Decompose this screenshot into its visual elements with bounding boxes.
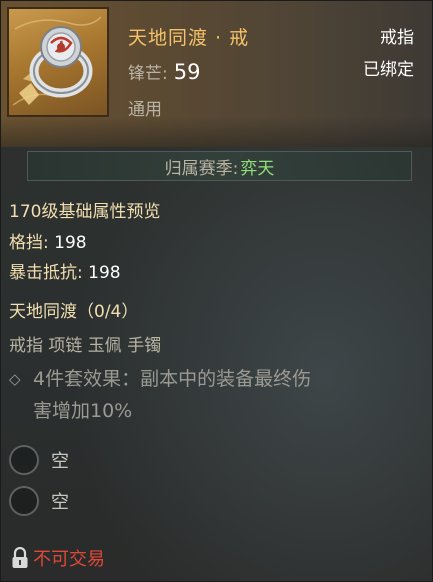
socket-label: 空 (51, 492, 69, 513)
attribute-row: 格挡: 198 (9, 228, 87, 253)
attribute-label: 暴击抵抗: (9, 263, 83, 283)
ring-icon (12, 16, 102, 106)
set-effect-line: 4件套效果：副本中的装备最终伤 (33, 368, 312, 390)
season-label: 归属赛季: (164, 158, 239, 179)
item-tooltip: 天地同渡 · 戒 锋芒: 59 通用 戒指 已绑定 归属赛季: 弈天 170级基… (0, 0, 433, 582)
season-banner: 归属赛季: 弈天 (27, 151, 412, 181)
empty-socket-icon (9, 486, 39, 516)
set-effect-text: 4件套效果：副本中的装备最终伤 害增加10% (33, 363, 419, 427)
item-power-value: 59 (173, 60, 201, 84)
item-power-label: 锋芒: (128, 64, 168, 84)
item-slot-type: 戒指 (380, 28, 414, 48)
attribute-value: 198 (88, 263, 121, 283)
socket-label: 空 (51, 451, 69, 472)
gem-socket[interactable]: 空 (9, 445, 69, 475)
set-title: 天地同渡（0/4） (9, 302, 139, 322)
attribute-row: 暴击抵抗: 198 (9, 258, 121, 283)
trade-status-label: 不可交易 (33, 549, 105, 570)
empty-socket-icon (9, 445, 39, 475)
attribute-label: 格挡: (9, 233, 49, 253)
lock-icon (12, 547, 28, 568)
gem-socket[interactable]: 空 (9, 486, 69, 516)
diamond-bullet-icon: ◇ (9, 370, 21, 388)
item-icon-frame (7, 7, 109, 117)
item-power-row: 锋芒: 59 (128, 59, 200, 84)
item-usage: 通用 (128, 100, 162, 120)
set-pieces: 戒指 项链 玉佩 手镯 (9, 336, 162, 356)
item-bind-status: 已绑定 (363, 60, 414, 80)
item-name: 天地同渡 · 戒 (128, 27, 250, 49)
season-value: 弈天 (240, 158, 275, 179)
attribute-value: 198 (54, 233, 87, 253)
set-effect: ◇ 4件套效果：副本中的装备最终伤 害增加10% (9, 363, 419, 427)
base-attributes-title: 170级基础属性预览 (9, 202, 161, 222)
set-effect-line: 害增加10% (33, 400, 133, 422)
trade-status: 不可交易 (11, 545, 105, 571)
